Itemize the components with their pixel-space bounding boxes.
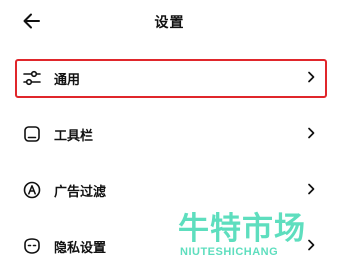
menu-item-label: 隐私设置 bbox=[54, 241, 107, 256]
toolbar-icon bbox=[24, 126, 40, 142]
menu-item-toolbar[interactable]: 工具栏 bbox=[0, 112, 339, 156]
chevron-right-icon bbox=[308, 239, 315, 251]
app-header: 设置 bbox=[0, 0, 339, 44]
menu-item-label: 工具栏 bbox=[54, 129, 94, 144]
chevron-right-icon bbox=[308, 183, 315, 195]
menu-item-label: 广告过滤 bbox=[54, 185, 107, 200]
ad-filter-icon bbox=[23, 181, 41, 199]
chevron-right-icon bbox=[308, 127, 315, 139]
page-title: 设置 bbox=[154, 15, 185, 31]
privacy-mask-icon bbox=[24, 238, 40, 254]
sliders-icon bbox=[23, 70, 41, 86]
menu-item-ad-filter[interactable]: 广告过滤 bbox=[0, 168, 339, 212]
menu-item-general[interactable]: 通用 bbox=[0, 56, 339, 100]
chevron-right-icon bbox=[308, 71, 315, 83]
menu-item-privacy[interactable]: 隐私设置 bbox=[0, 224, 339, 268]
menu-item-label: 通用 bbox=[54, 73, 81, 88]
